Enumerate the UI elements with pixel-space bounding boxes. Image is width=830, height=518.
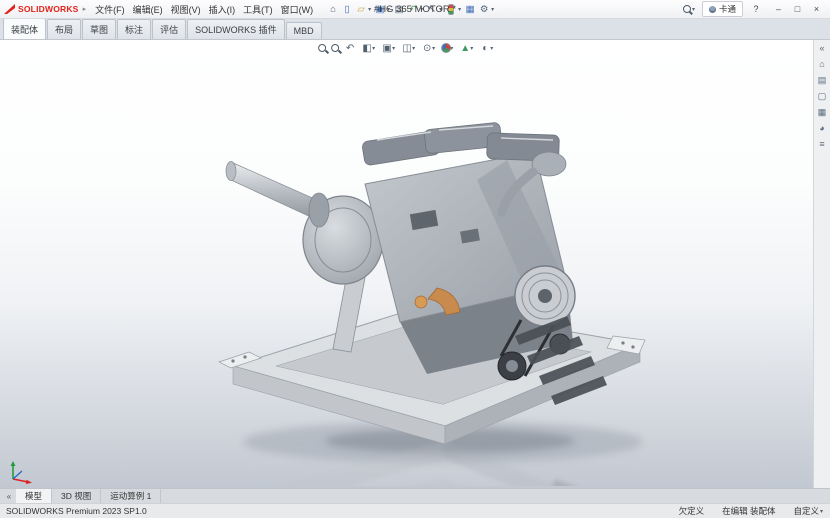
design-library-icon[interactable]: ▤ [818,76,827,85]
solidworks-logo-icon [4,4,15,14]
menu-window[interactable]: 窗口(W) [277,1,318,18]
tab-3d-views[interactable]: 3D 视图 [52,489,101,503]
print-icon[interactable]: ▤ [393,3,405,16]
tab-model[interactable]: 模型 [16,489,52,503]
save-icon[interactable]: ▣ [374,3,386,16]
quick-access-toolbar: ⌂ ▯ ▱▾ ▣▾ ▤ ↶▾ ↖▾ ▾ ▦ ⚙▾ [327,3,495,16]
options-caret-icon[interactable]: ▾ [491,6,494,13]
valve-covers [362,122,560,166]
task-pane-rail: « ⌂ ▤ ▢ ▦ ◕ ≡ [813,40,830,488]
engine-model[interactable] [215,44,675,486]
section-view-icon[interactable]: ◧▾ [361,41,376,55]
previous-view-icon[interactable]: ↶ [344,41,356,55]
reference-triad-icon [6,455,36,485]
search-control[interactable]: ▾ [683,5,696,13]
window-controls: – □ × [769,2,826,17]
undo-icon[interactable]: ↶ [407,3,419,16]
open-file-icon[interactable]: ▱ [355,3,367,16]
tabs-scroll-icon[interactable]: « [2,489,16,503]
tab-mbd[interactable]: MBD [286,22,322,39]
customize-status-control[interactable]: 自定义 ▾ [793,505,824,517]
edit-appearance-icon[interactable]: ▾ [441,43,454,53]
menu-file[interactable]: 文件(F) [91,1,129,18]
search-icon [683,5,691,13]
tab-motion-study-1[interactable]: 运动算例 1 [101,489,161,503]
tab-markup[interactable]: 标注 [117,19,151,39]
close-button[interactable]: × [807,2,826,17]
output-shaft [231,162,317,220]
select-icon[interactable]: ↖ [426,3,438,16]
solidworks-window: SOLIDWORKS ▸ 文件(F) 编辑(E) 视图(V) 插入(I) 工具(… [0,0,830,518]
solidworks-logo: SOLIDWORKS [4,4,79,14]
status-bar: SOLIDWORKS Premium 2023 SP1.0 欠定义 在编辑 装配… [0,503,830,518]
home-icon[interactable]: ⌂ [327,3,339,16]
undo-caret-icon[interactable]: ▾ [420,6,423,13]
user-name: 卡通 [719,3,736,15]
view-orientation-icon[interactable]: ▣▾ [381,41,396,55]
heads-up-view-toolbar: ↶ ◧▾ ▣▾ ◫▾ ⊙▾ ▾ ▲▾ ◐▾ [318,41,494,55]
new-file-icon[interactable]: ▯ [341,3,353,16]
titlebar-right-controls: ▾ 卡通 ? – □ × [683,1,826,17]
under-defined-status: 欠定义 [679,505,705,517]
command-manager-tabbar: 装配体 布局 草图 标注 评估 SOLIDWORKS 插件 MBD [0,19,830,40]
display-style-icon[interactable]: ◫▾ [401,41,416,55]
search-caret-icon: ▾ [692,6,695,13]
menu-pin-arrow-icon[interactable]: ▸ [83,5,87,13]
copper-fitting [415,296,427,308]
customize-caret-icon: ▾ [820,508,823,515]
menu-insert[interactable]: 插入(I) [205,1,240,18]
view-settings-icon[interactable]: ◐▾ [479,41,494,55]
document-tabbar: « 模型 3D 视图 运动算例 1 [0,488,830,503]
help-icon[interactable]: ? [749,4,763,14]
save-caret-icon[interactable]: ▾ [387,6,390,13]
editing-assembly-status: 在编辑 装配体 [722,505,775,517]
restore-button[interactable]: □ [788,2,807,17]
menubar: 文件(F) 编辑(E) 视图(V) 插入(I) 工具(T) 窗口(W) [91,1,317,18]
shaft-flange [309,193,329,227]
rebuild-caret-icon[interactable]: ▾ [458,6,461,13]
user-login-button[interactable]: 卡通 [702,1,743,17]
file-explorer-icon[interactable]: ▢ [818,92,827,101]
product-version-label: SOLIDWORKS Premium 2023 SP1.0 [6,506,147,516]
menu-edit[interactable]: 编辑(E) [129,1,167,18]
graphics-viewport[interactable]: ↶ ◧▾ ▣▾ ◫▾ ⊙▾ ▾ ▲▾ ◐▾ « ⌂ ▤ ▢ ▦ ◕ ≡ [0,40,830,488]
tab-assembly[interactable]: 装配体 [3,18,46,39]
titlebar: SOLIDWORKS ▸ 文件(F) 编辑(E) 视图(V) 插入(I) 工具(… [0,0,830,19]
tab-solidworks-addins[interactable]: SOLIDWORKS 插件 [187,19,285,39]
apply-scene-icon[interactable]: ▲▾ [459,41,474,55]
task-pane-collapse-icon[interactable]: « [819,44,824,53]
brand-name: SOLIDWORKS [18,4,79,14]
select-caret-icon[interactable]: ▾ [439,6,442,13]
zoom-area-icon[interactable] [331,44,339,52]
open-file-caret-icon[interactable]: ▾ [368,6,371,13]
solidworks-resources-icon[interactable]: ⌂ [819,60,824,69]
menu-view[interactable]: 视图(V) [167,1,205,18]
options-gear-icon[interactable]: ⚙ [478,3,490,16]
minimize-button[interactable]: – [769,2,788,17]
rebuild-icon[interactable] [445,3,457,16]
tab-evaluate[interactable]: 评估 [152,19,186,39]
hide-show-items-icon[interactable]: ⊙▾ [421,41,436,55]
appearances-scenes-icon[interactable]: ◕ [819,124,824,133]
rebuild-traffic-light-icon [448,4,454,15]
tab-layout[interactable]: 布局 [47,19,81,39]
engine-assembly[interactable] [219,122,645,444]
tab-sketch[interactable]: 草图 [82,19,116,39]
file-properties-icon[interactable]: ▦ [464,3,476,16]
zoom-fit-icon[interactable] [318,44,326,52]
view-palette-icon[interactable]: ▦ [818,108,827,117]
user-avatar-icon [709,6,716,13]
custom-properties-icon[interactable]: ≡ [819,140,824,149]
status-right-group: 欠定义 在编辑 装配体 自定义 ▾ [679,505,824,517]
menu-tools[interactable]: 工具(T) [239,1,277,18]
